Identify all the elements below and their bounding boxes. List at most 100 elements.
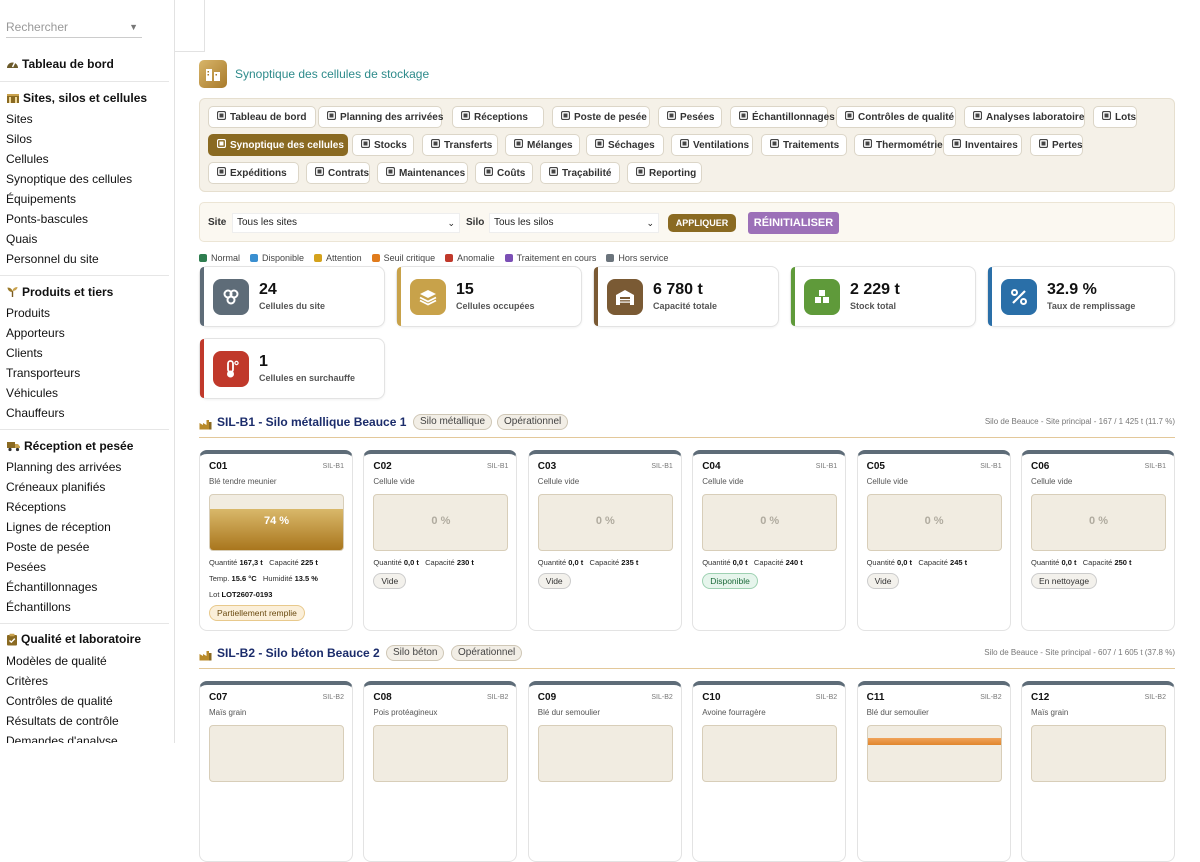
sidebar-item[interactable]: Personnel du site <box>6 252 99 266</box>
cell-product: Avoine fourragère <box>702 708 766 717</box>
fill-gauge <box>866 725 1002 782</box>
divider <box>0 275 169 276</box>
tab-transferts[interactable]: Transferts <box>422 134 498 156</box>
tab-sechages[interactable]: Séchages <box>586 134 664 156</box>
sidebar-item[interactable]: Demandes d'analyse <box>6 734 118 743</box>
sidebar-item[interactable]: Quais <box>6 232 37 246</box>
sidebar-item[interactable]: Équipements <box>6 192 76 206</box>
kpi-value: 6 780 t <box>653 281 703 298</box>
tab-inventaires[interactable]: Inventaires <box>943 134 1022 156</box>
cells-icon <box>213 279 249 315</box>
sidebar-item[interactable]: Planning des arrivées <box>6 460 121 474</box>
tab-thermometrie[interactable]: Thermométrie <box>854 134 943 156</box>
tab-melanges[interactable]: Mélanges <box>505 134 580 156</box>
tab-couts[interactable]: Coûts <box>475 162 533 184</box>
cell-card[interactable]: C08 SIL-B2 Pois protéagineux <box>363 681 518 862</box>
legend-item: Traitement en cours <box>504 253 596 263</box>
cell-qty-cap: Quantité 0,0 t Capacité 250 t <box>1031 558 1132 567</box>
grid-icon <box>216 138 227 151</box>
cell-card[interactable]: C06 SIL-B1 Cellule vide 0 % Quantité 0,0 t C… <box>1021 450 1175 631</box>
sidebar-item[interactable]: Transporteurs <box>6 366 80 380</box>
sidebar-item[interactable]: Critères <box>6 674 48 688</box>
tab-echantillonnages[interactable]: Échantillonnages <box>730 106 835 128</box>
sidebar-item[interactable]: Produits <box>6 306 50 320</box>
tab-contrats[interactable]: Contrats <box>306 162 370 184</box>
cell-card[interactable]: C01 SIL-B1 Blé tendre meunier 74 % Quantité … <box>199 450 353 631</box>
cell-card[interactable]: C05 SIL-B1 Cellule vide 0 % Quantité 0,0 t C… <box>856 450 1011 631</box>
sidebar-section-header[interactable]: Réception et pesée <box>6 439 133 453</box>
tab-analyses-laboratoire[interactable]: Analyses laboratoire <box>964 106 1085 128</box>
tab-planning-des-arrivees[interactable]: Planning des arrivées <box>318 106 444 128</box>
sidebar-item[interactable]: Véhicules <box>6 386 58 400</box>
cell-card[interactable]: C02 SIL-B1 Cellule vide 0 % Quantité 0,0 t C… <box>363 450 518 631</box>
tab-label: Planning des arrivées <box>340 111 444 123</box>
cap-label: Capacité <box>269 558 299 567</box>
sidebar-section-header[interactable]: Sites, silos et cellules <box>6 91 147 105</box>
sidebar-item[interactable]: Pesées <box>6 560 46 574</box>
tab-traitements[interactable]: Traitements <box>761 134 847 156</box>
cell-card[interactable]: C07 SIL-B2 Maïs grain <box>199 681 353 862</box>
sidebar-item[interactable]: Sites <box>6 112 33 126</box>
cell-card[interactable]: C11 SIL-B2 Blé dur semoulier <box>856 681 1011 862</box>
tab-tracabilite[interactable]: Traçabilité <box>540 162 620 184</box>
cell-card[interactable]: C04 SIL-B1 Cellule vide 0 % Quantité 0,0 t C… <box>692 450 847 631</box>
tab-receptions[interactable]: Réceptions <box>452 106 544 128</box>
silo-header[interactable]: SIL-B2 - Silo béton Beauce 2 Silo béton Op… <box>199 641 1175 669</box>
cell-card[interactable]: C12 SIL-B2 Maïs grain <box>1021 681 1175 862</box>
silo-select[interactable]: Tous les silos ⌄ <box>489 213 659 233</box>
sidebar-item[interactable]: Poste de pesée <box>6 540 89 554</box>
sidebar-item[interactable]: Échantillons <box>6 600 71 614</box>
cell-silo-code: SIL-B1 <box>815 463 838 470</box>
sidebar-item[interactable]: Réceptions <box>6 500 66 514</box>
cell-card[interactable]: C10 SIL-B2 Avoine fourragère <box>692 681 847 862</box>
tab-pertes[interactable]: Pertes <box>1030 134 1083 156</box>
sidebar-item[interactable]: Contrôles de qualité <box>6 694 113 708</box>
cell-card[interactable]: C03 SIL-B1 Cellule vide 0 % Quantité 0,0 t C… <box>527 450 682 631</box>
tab-reporting[interactable]: Reporting <box>627 162 702 184</box>
tab-expeditions[interactable]: Expéditions <box>208 162 299 184</box>
tab-label: Lots <box>1115 111 1137 123</box>
sidebar-item[interactable]: Synoptique des cellules <box>6 172 132 186</box>
sidebar-section-header[interactable]: Produits et tiers <box>6 285 113 299</box>
sidebar-item[interactable]: Échantillonnages <box>6 580 97 594</box>
apply-button[interactable]: APPLIQUER <box>668 214 736 232</box>
cell-card[interactable]: C09 SIL-B2 Blé dur semoulier <box>527 681 682 862</box>
search-select[interactable]: Rechercher ▼ <box>6 16 142 38</box>
gauge-percent: 0 % <box>760 515 780 527</box>
tab-label: Stocks <box>374 139 407 151</box>
tab-ventilations[interactable]: Ventilations <box>671 134 753 156</box>
silo-header[interactable]: SIL-B1 - Silo métallique Beauce 1 Silo mé… <box>199 410 1175 438</box>
tab-poste-de-pesee[interactable]: Poste de pesée <box>552 106 650 128</box>
reset-button[interactable]: RÉINITIALISER <box>748 212 839 234</box>
sidebar-item[interactable]: Créneaux planifiés <box>6 480 105 494</box>
sidebar-item[interactable]: Résultats de contrôle <box>6 714 119 728</box>
tab-maintenances[interactable]: Maintenances <box>377 162 468 184</box>
tab-lots[interactable]: Lots <box>1093 106 1137 128</box>
sidebar-section-header[interactable]: Qualité et laboratoire <box>6 632 141 646</box>
sidebar-item-dashboard[interactable]: Tableau de bord <box>6 57 114 71</box>
sidebar-item[interactable]: Clients <box>6 346 43 360</box>
sidebar-item[interactable]: Apporteurs <box>6 326 65 340</box>
tab-pesees[interactable]: Pesées <box>658 106 722 128</box>
tab-label: Reporting <box>649 167 697 179</box>
tab-stocks[interactable]: Stocks <box>352 134 414 156</box>
sidebar-item[interactable]: Chauffeurs <box>6 406 64 420</box>
tab-controles-de-qualite[interactable]: Contrôles de qualité <box>836 106 956 128</box>
sidebar-item[interactable]: Cellules <box>6 152 49 166</box>
site-select[interactable]: Tous les sites ⌄ <box>232 213 460 233</box>
sidebar-item[interactable]: Silos <box>6 132 32 146</box>
tab-tableau-de-bord[interactable]: Tableau de bord <box>208 106 316 128</box>
legend-swatch <box>199 254 207 262</box>
sidebar-item[interactable]: Ponts-bascules <box>6 212 88 226</box>
cell-silo-code: SIL-B1 <box>980 463 1002 470</box>
gauge-icon <box>7 61 18 68</box>
factory-icon <box>199 648 212 666</box>
cell-id: C01 <box>209 461 228 472</box>
tab-synoptique-des-cellules[interactable]: Synoptique des cellules <box>208 134 348 156</box>
fill-gauge: 0 % <box>537 494 673 551</box>
tab-label: Contrats <box>328 167 370 179</box>
qty-label: Quantité <box>866 558 895 567</box>
sidebar-item[interactable]: Lignes de réception <box>6 520 111 534</box>
warehouse-icon <box>607 279 643 315</box>
sidebar-item[interactable]: Modèles de qualité <box>6 654 107 668</box>
